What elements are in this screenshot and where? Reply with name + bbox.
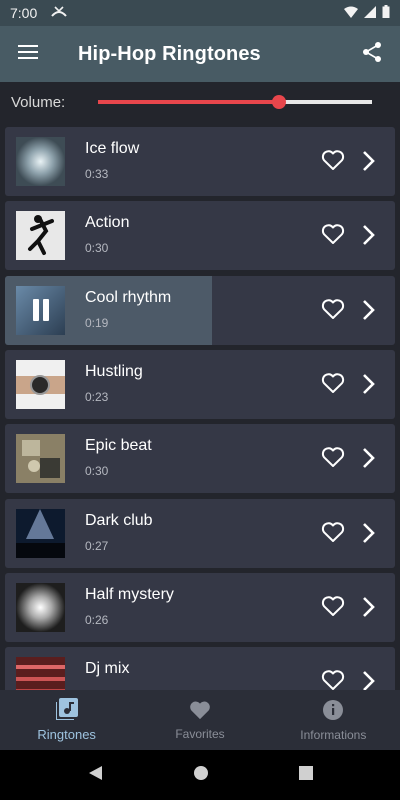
heart-outline-icon[interactable] bbox=[321, 149, 347, 173]
ringtone-duration: 0:27 bbox=[85, 538, 109, 553]
ringtone-title: Dark club bbox=[85, 511, 153, 529]
system-nav-bar bbox=[0, 750, 400, 800]
app-bar: Hip-Hop Ringtones bbox=[0, 26, 400, 82]
hamburger-icon bbox=[18, 44, 38, 65]
chevron-right-icon[interactable] bbox=[361, 223, 381, 247]
pause-icon[interactable] bbox=[16, 286, 65, 335]
ringtone-thumbnail bbox=[16, 657, 65, 690]
ringtone-title: Action bbox=[85, 214, 130, 232]
list-item[interactable]: Action 0:30 bbox=[5, 201, 395, 271]
ringtone-duration: 0:23 bbox=[85, 389, 109, 404]
tab-favorites[interactable]: Favorites bbox=[133, 690, 266, 750]
ringtone-title: Epic beat bbox=[85, 437, 152, 455]
chevron-right-icon[interactable] bbox=[361, 372, 381, 396]
tab-informations[interactable]: Informations bbox=[267, 690, 400, 750]
list-item[interactable]: Dark club 0:27 bbox=[5, 498, 395, 568]
ringtone-duration: 0:19 bbox=[85, 315, 109, 330]
home-icon[interactable] bbox=[193, 765, 209, 786]
status-bar: 7:00 bbox=[0, 0, 400, 26]
tab-ringtones-label: Ringtones bbox=[37, 727, 96, 742]
ringtone-title: Ice flow bbox=[85, 140, 140, 157]
heart-outline-icon[interactable] bbox=[321, 669, 347, 690]
ringtone-thumbnail bbox=[16, 434, 65, 484]
heart-outline-icon[interactable] bbox=[321, 595, 347, 619]
volume-label: Volume: bbox=[11, 93, 66, 111]
share-icon bbox=[362, 41, 382, 68]
menu-button[interactable] bbox=[0, 26, 56, 82]
chevron-right-icon[interactable] bbox=[361, 149, 381, 173]
heart-outline-icon[interactable] bbox=[321, 372, 347, 396]
ringtone-title: Cool rhythm bbox=[85, 288, 172, 306]
chevron-right-icon[interactable] bbox=[361, 595, 381, 619]
tab-informations-label: Informations bbox=[300, 727, 367, 742]
ringtone-list: Ice flow 0:33 Action 0:30 Cool rhythm 0:19 Hus… bbox=[0, 122, 400, 690]
ringtone-thumbnail bbox=[16, 137, 65, 186]
wifi-icon bbox=[344, 5, 358, 21]
back-icon[interactable] bbox=[87, 765, 103, 786]
ringtone-duration: 0:33 bbox=[85, 167, 109, 181]
chevron-right-icon[interactable] bbox=[361, 521, 381, 545]
list-item[interactable]: Hustling 0:23 bbox=[5, 349, 395, 419]
chevron-right-icon[interactable] bbox=[361, 298, 381, 322]
ringtone-duration: 0:30 bbox=[85, 241, 109, 256]
battery-icon bbox=[382, 5, 390, 21]
heart-icon bbox=[189, 700, 211, 723]
music-library-icon bbox=[54, 698, 78, 723]
list-item[interactable]: Dj mix bbox=[5, 647, 395, 690]
ringtone-title: Hustling bbox=[85, 362, 143, 380]
heart-outline-icon[interactable] bbox=[321, 521, 347, 545]
heart-outline-icon[interactable] bbox=[321, 446, 347, 470]
recents-icon[interactable] bbox=[299, 765, 313, 785]
volume-slider-thumb[interactable] bbox=[271, 95, 286, 109]
info-icon bbox=[322, 699, 344, 724]
list-item[interactable]: Half mystery 0:26 bbox=[5, 572, 395, 642]
volume-row: Volume: bbox=[0, 82, 400, 122]
ringtone-title: Half mystery bbox=[85, 585, 174, 603]
ringtone-thumbnail bbox=[16, 211, 65, 261]
heart-outline-icon[interactable] bbox=[321, 298, 347, 322]
tab-favorites-label: Favorites bbox=[175, 726, 225, 741]
heart-outline-icon[interactable] bbox=[321, 223, 347, 247]
ringtone-thumbnail bbox=[16, 582, 65, 632]
chevron-right-icon[interactable] bbox=[361, 669, 381, 690]
share-button[interactable] bbox=[352, 34, 392, 74]
chevron-right-icon[interactable] bbox=[361, 446, 381, 470]
ringtone-title: Dj mix bbox=[85, 660, 130, 678]
list-item[interactable]: Epic beat 0:30 bbox=[5, 424, 395, 494]
missed-call-icon bbox=[51, 5, 68, 21]
ringtone-thumbnail bbox=[16, 359, 65, 409]
list-item[interactable]: Cool rhythm 0:19 bbox=[5, 275, 395, 345]
bottom-nav: Ringtones Favorites Informations bbox=[0, 690, 400, 750]
list-item[interactable]: Ice flow 0:33 bbox=[5, 127, 395, 196]
page-title: Hip-Hop Ringtones bbox=[78, 42, 261, 65]
ringtone-duration: 0:26 bbox=[85, 612, 109, 627]
status-time: 7:00 bbox=[10, 5, 38, 21]
signal-icon bbox=[364, 5, 376, 21]
volume-slider-fill bbox=[98, 100, 279, 104]
ringtone-duration: 0:30 bbox=[85, 464, 109, 479]
tab-ringtones[interactable]: Ringtones bbox=[0, 690, 133, 750]
volume-slider[interactable] bbox=[98, 95, 372, 109]
ringtone-thumbnail bbox=[16, 508, 65, 558]
